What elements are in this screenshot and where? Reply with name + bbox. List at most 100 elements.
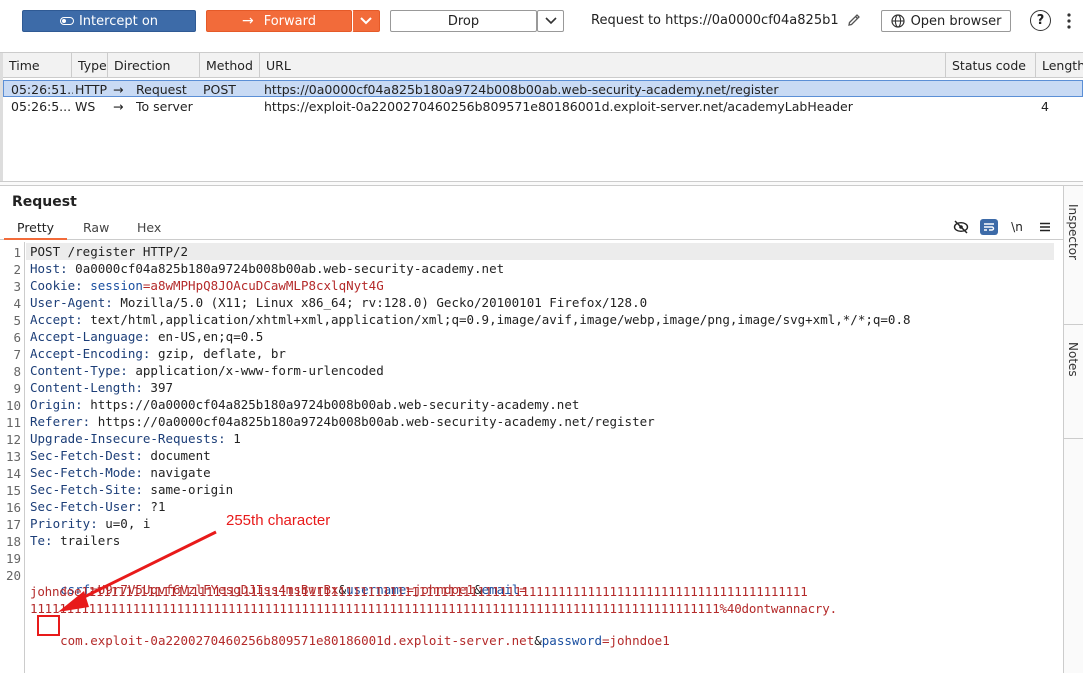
header-content-length: Content-Length: 397 (30, 380, 173, 395)
column-header-type[interactable]: Type (72, 53, 108, 78)
column-header-length[interactable]: Length (1036, 53, 1083, 78)
line-number: 11 (5, 415, 21, 430)
column-header-status-code[interactable]: Status code (946, 53, 1036, 78)
arrow-right-icon: → (113, 82, 124, 97)
header-key: Sec-Fetch-Mode: (30, 465, 143, 480)
line-number: 8 (13, 364, 21, 379)
header-value: 0a0000cf04a825b180a9724b008b00ab.web-sec… (67, 261, 505, 276)
line-number: 10 (5, 398, 21, 413)
sidebar-divider (1064, 324, 1083, 325)
header-key: Accept-Language: (30, 329, 151, 344)
header-value: en-US,en;q=0.5 (150, 329, 264, 344)
header-value: ?1 (142, 499, 166, 514)
line-number: 17 (5, 517, 21, 532)
edit-pencil-icon[interactable] (846, 12, 862, 28)
word-wrap-toggle-icon[interactable] (980, 219, 998, 235)
header-value: text/html,application/xhtml+xml,applicat… (82, 312, 911, 327)
header-user-agent: User-Agent: Mozilla/5.0 (X11; Linux x86_… (30, 295, 647, 310)
line-number: 12 (5, 432, 21, 447)
header-key: Sec-Fetch-Dest: (30, 448, 143, 463)
header-value: 397 (142, 380, 173, 395)
column-header-method[interactable]: Method (200, 53, 260, 78)
header-value: u=0, i (97, 516, 151, 531)
line-number: 9 (13, 381, 21, 396)
drop-dropdown-button[interactable] (537, 10, 564, 32)
eye-slash-icon (953, 220, 969, 234)
header-cookie: Cookie: session=a8wMPHpQ8JOAcuDCawMLP8cx… (30, 278, 384, 293)
panel-splitter[interactable] (0, 181, 1083, 186)
newline-toggle[interactable]: \n (1008, 219, 1026, 235)
open-browser-button[interactable]: Open browser (881, 10, 1011, 32)
forward-button[interactable]: → Forward (206, 10, 352, 32)
header-referer: Referer: https://0a0000cf04a825b180a9724… (30, 414, 655, 429)
line-number: 1 (13, 245, 21, 260)
tab-hex[interactable]: Hex (137, 220, 161, 235)
param-value: =johndoe1 (601, 633, 670, 648)
line-number: 3 (13, 279, 21, 294)
header-sec-fetch-dest: Sec-Fetch-Dest: document (30, 448, 211, 463)
forward-label: Forward (263, 13, 316, 29)
header-value: same-origin (142, 482, 234, 497)
line-number: 19 (5, 551, 21, 566)
param-separator: & (534, 633, 542, 648)
line-number: 15 (5, 483, 21, 498)
header-sec-fetch-user: Sec-Fetch-User: ?1 (30, 499, 165, 514)
intercept-label: Intercept on (78, 13, 159, 29)
help-icon[interactable]: ? (1030, 10, 1051, 31)
header-origin: Origin: https://0a0000cf04a825b180a9724b… (30, 397, 579, 412)
header-host: Host: 0a0000cf04a825b180a9724b008b00ab.w… (30, 261, 504, 276)
header-te: Te: trailers (30, 533, 120, 548)
header-accept-language: Accept-Language: en-US,en;q=0.5 (30, 329, 263, 344)
sidebar-tab-inspector[interactable]: Inspector (1066, 204, 1080, 260)
cell-length: 4 (1041, 99, 1049, 114)
intercept-toggle-button[interactable]: Intercept on (22, 10, 196, 32)
more-options-icon[interactable] (1066, 12, 1072, 30)
hide-nonprintable-icon[interactable] (952, 219, 970, 235)
toggle-icon (59, 17, 74, 25)
column-header-time[interactable]: Time (3, 53, 72, 78)
request-body-wrap-1: johndoe111111111111111111111111111111111… (30, 584, 808, 599)
open-browser-label: Open browser (910, 13, 1002, 29)
line-number: 5 (13, 313, 21, 328)
arrow-right-icon: → (113, 99, 124, 114)
forward-dropdown-button[interactable] (352, 10, 380, 32)
header-key: Origin: (30, 397, 83, 412)
cell-url: https://0a0000cf04a825b180a9724b008b00ab… (264, 82, 779, 97)
sidebar-divider (1064, 438, 1083, 439)
column-header-direction[interactable]: Direction (108, 53, 200, 78)
cookie-name: session (82, 278, 143, 293)
table-row[interactable]: 05:26:5... WS → To server https://exploi… (3, 98, 1083, 115)
tab-pretty[interactable]: Pretty (17, 220, 54, 235)
line-number: 18 (5, 534, 21, 549)
header-key: Accept: (30, 312, 83, 327)
active-tab-indicator (4, 238, 67, 240)
line-number: 7 (13, 347, 21, 362)
drop-label: Drop (447, 13, 480, 29)
header-key: Sec-Fetch-User: (30, 499, 143, 514)
history-table: Time Type Direction Method URL Status co… (0, 52, 1083, 184)
cell-type: WS (75, 99, 96, 114)
sidebar-tab-notes[interactable]: Notes (1066, 342, 1080, 377)
header-value: application/x-www-form-urlencoded (127, 363, 384, 378)
header-key: Upgrade-Insecure-Requests: (30, 431, 226, 446)
drop-button[interactable]: Drop (390, 10, 537, 32)
request-view-tabs: Pretty Raw Hex (0, 218, 1063, 240)
table-row[interactable]: 05:26:51... HTTP → Request POST https://… (3, 80, 1083, 97)
request-body-wrap-3: com.exploit-0a2200270460256b809571e80186… (30, 618, 670, 663)
cell-time: 05:26:51... (11, 82, 73, 97)
tab-raw[interactable]: Raw (83, 220, 109, 235)
param-name: password (541, 633, 602, 648)
cookie-value: =a8wMPHpQ8JOAcuDCawMLP8cxlqNyt4G (142, 278, 384, 293)
cell-url: https://exploit-0a2200270460256b809571e8… (264, 99, 853, 114)
menu-icon[interactable] (1036, 219, 1054, 235)
line-number: 6 (13, 330, 21, 345)
header-accept-encoding: Accept-Encoding: gzip, deflate, br (30, 346, 286, 361)
header-priority: Priority: u=0, i (30, 516, 150, 531)
line-number: 14 (5, 466, 21, 481)
toolbar: Intercept on → Forward Drop Request to h… (0, 0, 1083, 42)
request-body-wrap-2: 1111111111111111111111111111111111111111… (30, 601, 837, 616)
cell-direction: To server (136, 99, 193, 114)
column-header-url[interactable]: URL (260, 53, 946, 78)
header-key: Priority: (30, 516, 98, 531)
globe-icon (890, 14, 905, 28)
